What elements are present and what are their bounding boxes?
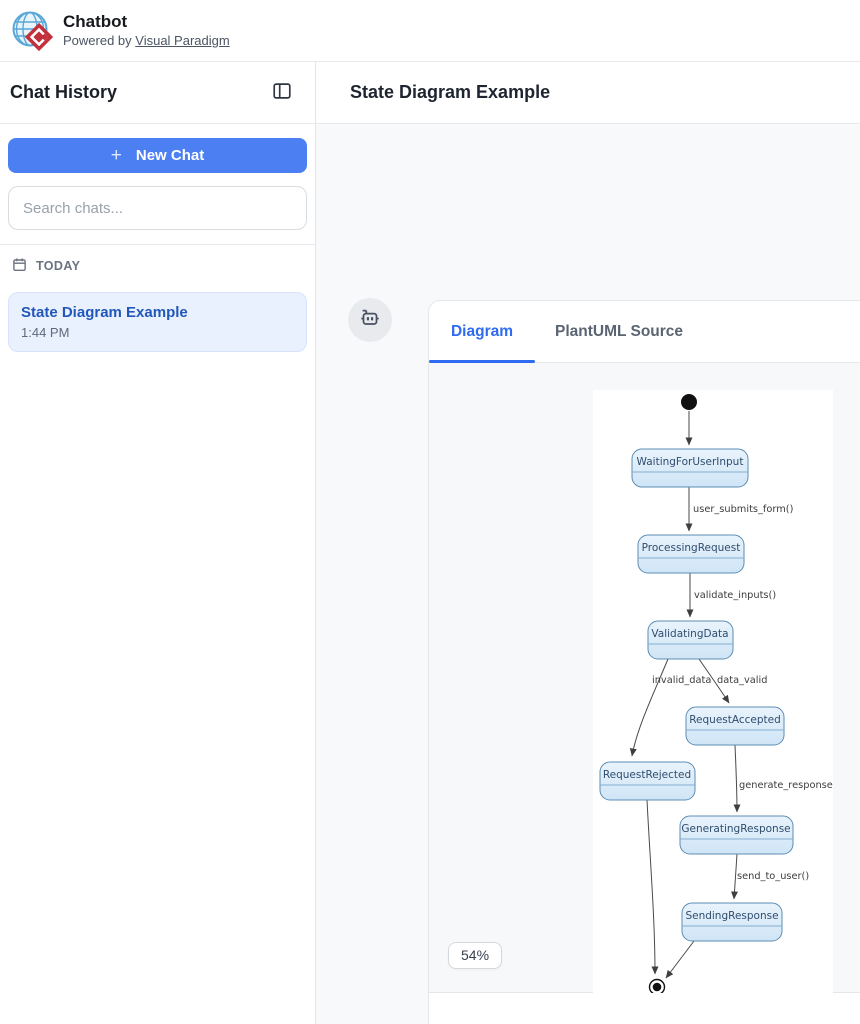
search-chats-input[interactable] [8, 186, 307, 230]
state-processing-request: ProcessingRequest [638, 535, 744, 573]
state-generating-response: GeneratingResponse [680, 816, 793, 854]
transition-label: send_to_user() [737, 871, 809, 882]
visual-paradigm-logo-icon [10, 8, 56, 54]
state-validating-data: ValidatingData [648, 621, 733, 659]
svg-text:GeneratingResponse: GeneratingResponse [681, 823, 790, 835]
chat-history-sidebar: Chat History + New Chat [0, 62, 316, 1024]
tab-diagram-label: Diagram [451, 323, 513, 341]
sidebar-divider [0, 244, 315, 245]
plus-icon: + [111, 146, 122, 165]
conversation-title: State Diagram Example [350, 82, 550, 103]
tab-diagram[interactable]: Diagram [429, 301, 535, 362]
chat-item-title: State Diagram Example [21, 303, 294, 322]
app-header: Chatbot Powered by Visual Paradigm [0, 0, 860, 62]
zoom-level-badge: 54% [448, 942, 502, 969]
robot-icon [357, 305, 383, 336]
edge-generate [735, 745, 737, 812]
initial-state [681, 394, 697, 410]
edge-invalid [632, 659, 668, 756]
transition-label: user_submits_form() [693, 504, 793, 515]
diagram-panel[interactable]: user_submits_form() validate_inputs() in… [429, 363, 860, 993]
edge-sending-final [666, 941, 694, 978]
new-chat-button[interactable]: + New Chat [8, 138, 307, 173]
transition-label: data_valid [717, 675, 767, 686]
main-content: State Diagram Example [316, 62, 860, 1024]
svg-text:RequestRejected: RequestRejected [603, 769, 691, 781]
transition-label: invalid_data [652, 675, 711, 686]
app-title: Chatbot [63, 12, 230, 32]
state-request-rejected: RequestRejected [600, 762, 695, 800]
sidebar-title: Chat History [10, 82, 117, 103]
panel-toggle-icon [271, 80, 293, 105]
chat-history-item-selected[interactable]: State Diagram Example 1:44 PM [8, 292, 307, 352]
sidebar-body: + New Chat TODAY State Diagram Example [0, 138, 315, 352]
edge-rejected-final [647, 800, 655, 974]
today-section-header: TODAY [8, 257, 307, 275]
state-waiting-for-user-input: WaitingForUserInput [632, 449, 748, 487]
powered-by-text: Powered by Visual Paradigm [63, 32, 230, 49]
new-chat-label: New Chat [136, 147, 204, 164]
final-state [650, 980, 665, 994]
tab-plantuml-source[interactable]: PlantUML Source [551, 301, 687, 362]
chat-item-time: 1:44 PM [21, 325, 294, 340]
calendar-icon [12, 257, 27, 275]
visual-paradigm-link[interactable]: Visual Paradigm [135, 33, 229, 48]
conversation-header: State Diagram Example [316, 62, 860, 124]
state-request-accepted: RequestAccepted [686, 707, 784, 745]
sidebar-header: Chat History [0, 62, 315, 124]
conversation-body: Diagram PlantUML Source [316, 124, 860, 1024]
diagram-message-card: Diagram PlantUML Source [428, 300, 860, 1024]
bot-avatar [348, 298, 392, 342]
state-diagram-image: user_submits_form() validate_inputs() in… [593, 390, 833, 993]
tab-plantuml-source-label: PlantUML Source [555, 323, 683, 341]
today-label: TODAY [36, 259, 80, 273]
svg-text:ProcessingRequest: ProcessingRequest [642, 542, 741, 554]
svg-text:ValidatingData: ValidatingData [651, 628, 728, 640]
state-sending-response: SendingResponse [682, 903, 782, 941]
transition-label: validate_inputs() [694, 590, 776, 601]
chatbot-app: Chatbot Powered by Visual Paradigm Chat … [0, 0, 860, 1024]
transition-label: generate_response() [739, 780, 833, 791]
svg-text:WaitingForUserInput: WaitingForUserInput [637, 456, 744, 468]
svg-text:RequestAccepted: RequestAccepted [689, 714, 781, 726]
collapse-sidebar-button[interactable] [269, 80, 295, 106]
diagram-tabs: Diagram PlantUML Source [429, 301, 860, 363]
powered-prefix: Powered by [63, 33, 135, 48]
svg-text:SendingResponse: SendingResponse [685, 910, 778, 922]
